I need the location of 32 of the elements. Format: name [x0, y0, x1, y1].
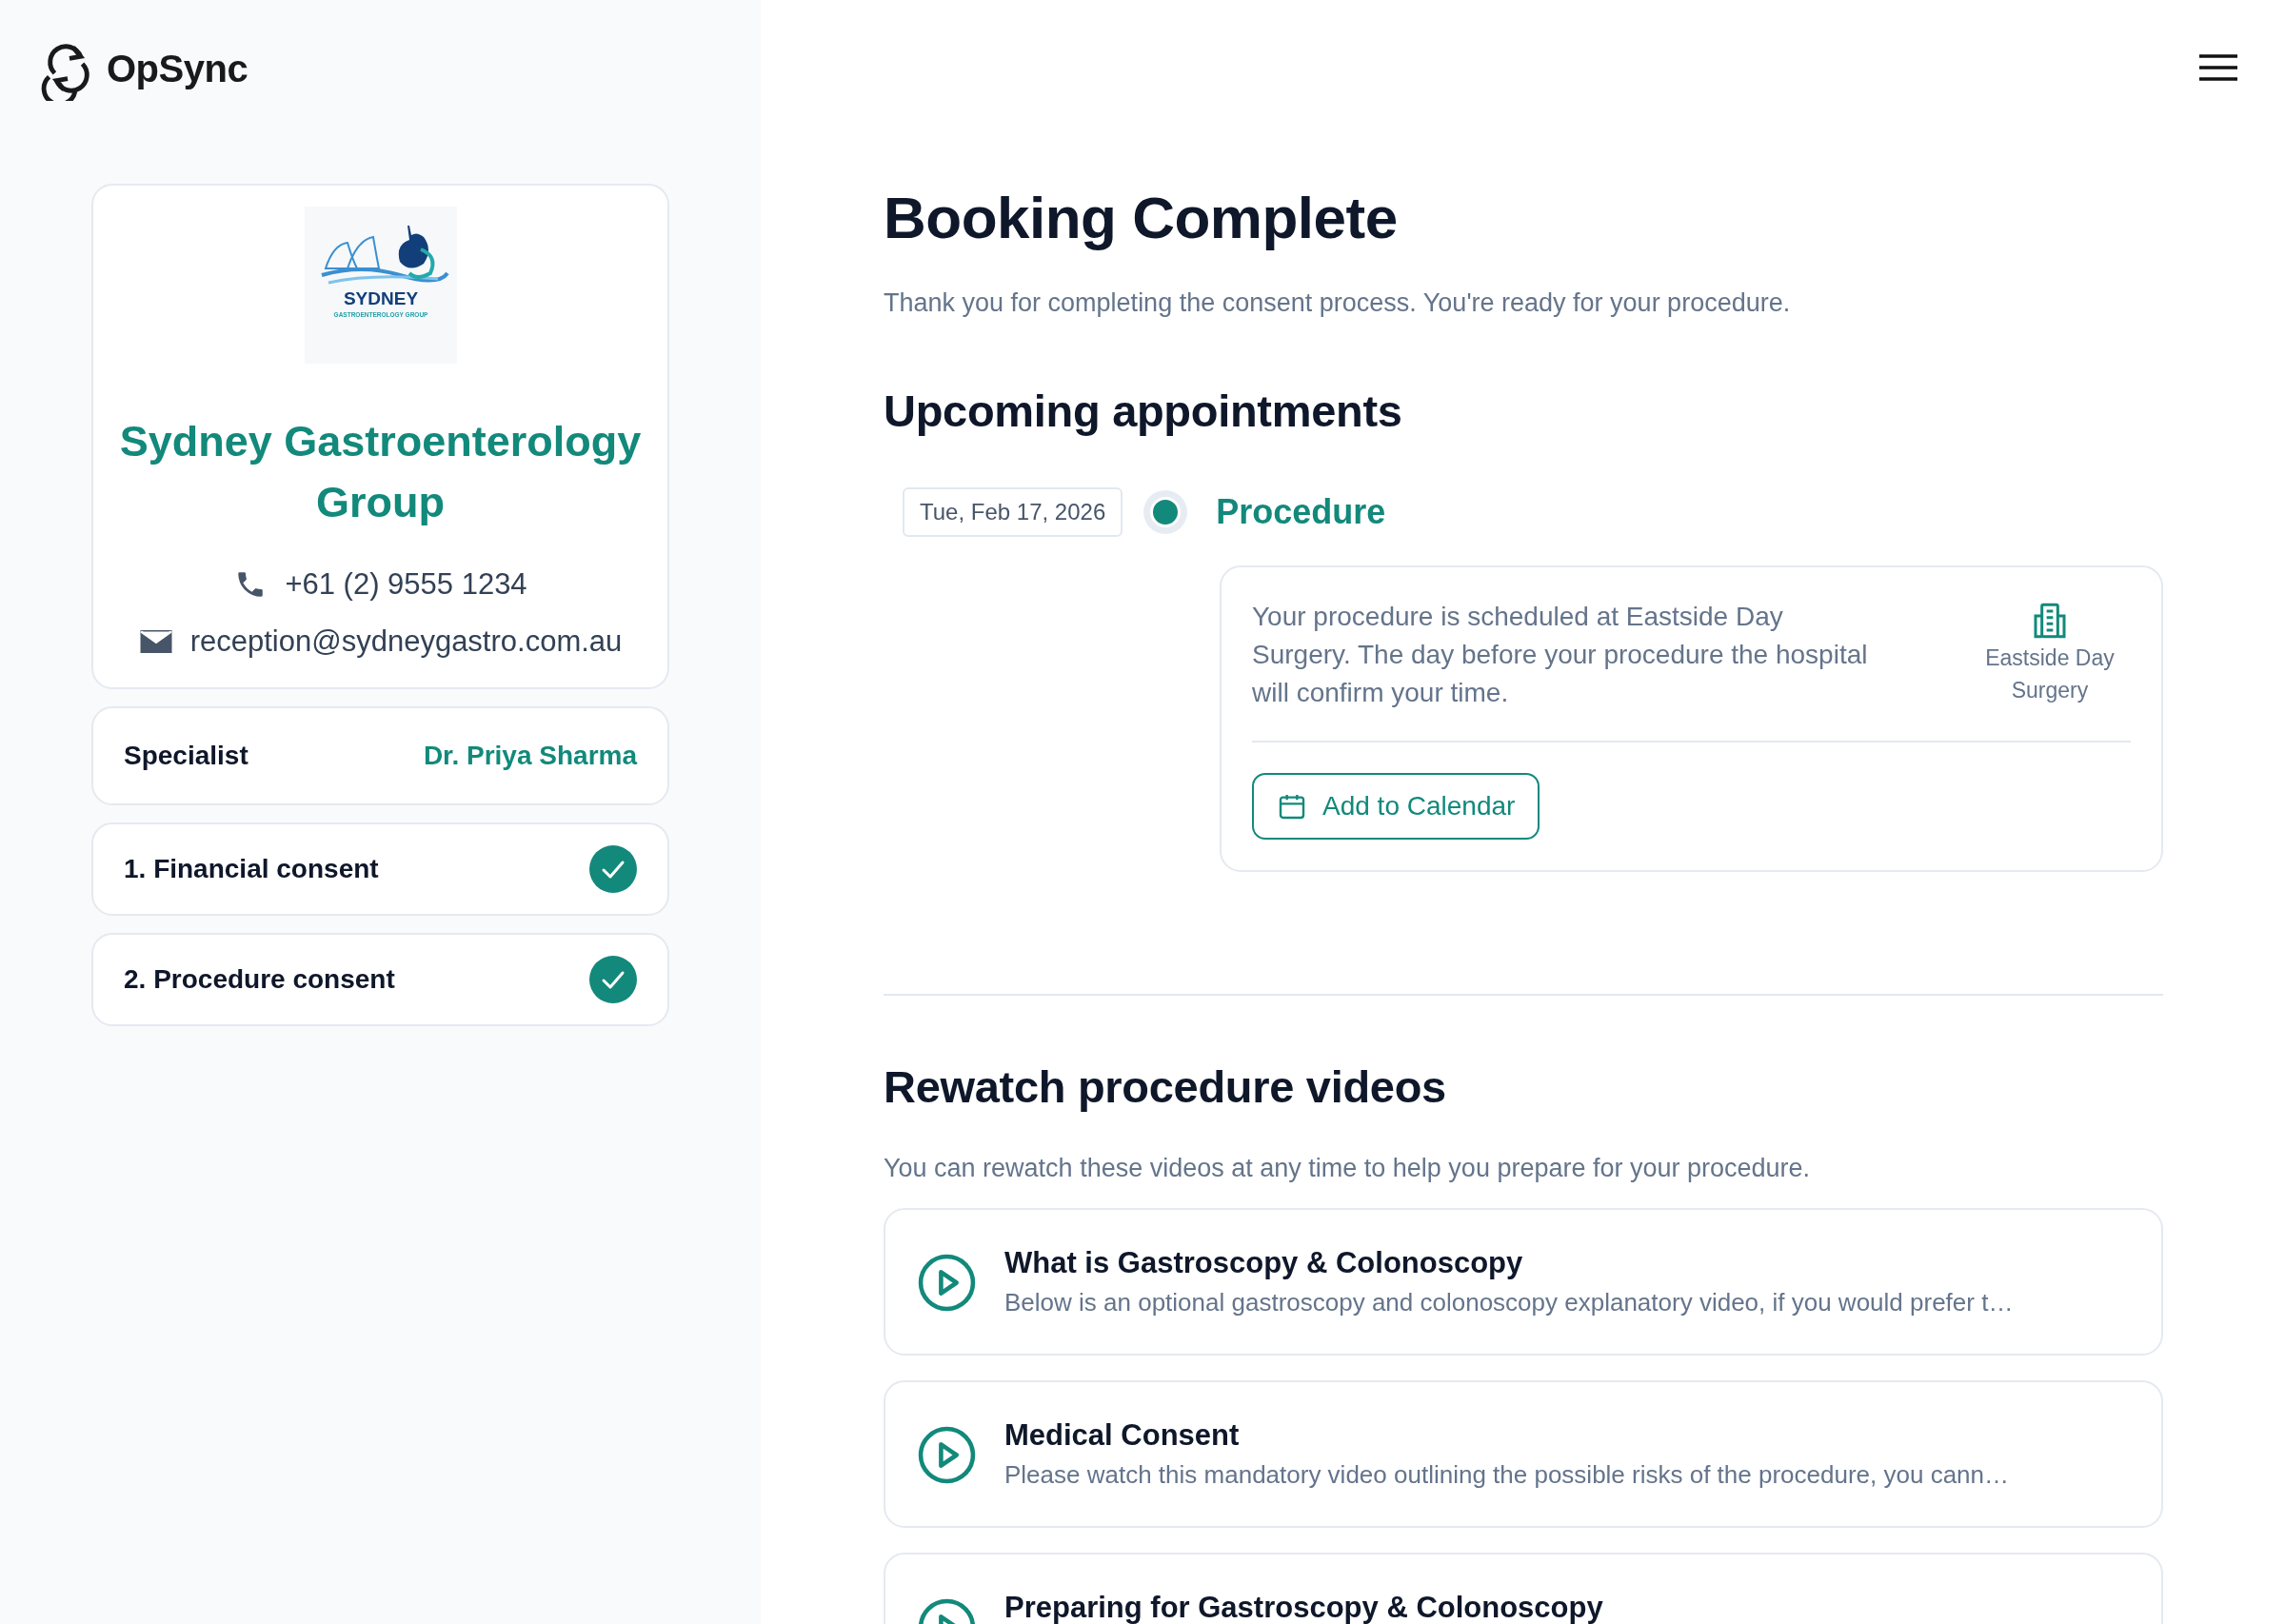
consent-step[interactable]: 1. Financial consent — [91, 822, 669, 916]
add-to-calendar-button[interactable]: Add to Calendar — [1252, 772, 1540, 840]
email-address: reception@sydneygastro.com.au — [189, 624, 623, 659]
page-subtitle: Thank you for completing the consent process. You're ready for your procedure. — [884, 288, 1792, 319]
video-title: What is Gastroscopy & Colonoscopy — [1004, 1245, 1524, 1280]
video-title: Medical Consent — [1004, 1417, 1241, 1453]
date-badge: Tue, Feb 17, 2026 — [903, 486, 1123, 537]
consent-step[interactable]: 2. Procedure consent — [91, 933, 669, 1026]
video-description: Below is an optional gastroscopy and colonoscopy explanatory video, if you would prefer t… — [1004, 1287, 2014, 1317]
video-description: Please watch this mandatory video outlining the possible risks of the procedure, you cann… — [1004, 1459, 2010, 1490]
appointment-description: Your procedure is scheduled at Eastside Day Surgery. The day before your procedure the hospital will confirm your time. — [1252, 600, 1869, 709]
video-card[interactable]: Medical Consent Please watch this mandatory video outlining the possible risks of the procedure, you cann… — [884, 1379, 2163, 1528]
logo-wordmark: SYDNEY — [343, 288, 418, 308]
play-icon — [918, 1253, 976, 1312]
step-label: 2. Procedure consent — [124, 964, 395, 995]
section-subtitle: You can rewatch these videos at any time to help you prepare for your procedure. — [884, 1153, 1812, 1183]
video-card[interactable]: What is Gastroscopy & Colonoscopy Below is an optional gastroscopy and colonoscopy explanatory video, if you would prefer t… — [884, 1207, 2163, 1356]
video-title: Preparing for Gastroscopy & Colonoscopy — [1004, 1590, 1603, 1624]
section-heading: Rewatch procedure videos — [884, 1061, 1447, 1112]
brand-name: OpSync — [107, 47, 248, 90]
play-icon — [918, 1425, 976, 1484]
menu-button[interactable] — [2199, 52, 2239, 83]
specialist-name: Dr. Priya Sharma — [423, 741, 637, 771]
video-card[interactable]: Preparing for Gastroscopy & Colonoscopy — [884, 1552, 2163, 1624]
step-label: 1. Financial consent — [124, 854, 379, 884]
appointment-type: Procedure — [1216, 491, 1386, 532]
specialist-label: Specialist — [124, 741, 248, 771]
location-name: Eastside Day Surgery — [1984, 644, 2116, 704]
page-title: Booking Complete — [884, 186, 1399, 251]
phone-number: +61 (2) 9555 1234 — [285, 567, 527, 602]
clinic-name: Sydney Gastroenterology Group — [119, 416, 642, 528]
section-heading: Upcoming appointments — [884, 386, 1403, 436]
